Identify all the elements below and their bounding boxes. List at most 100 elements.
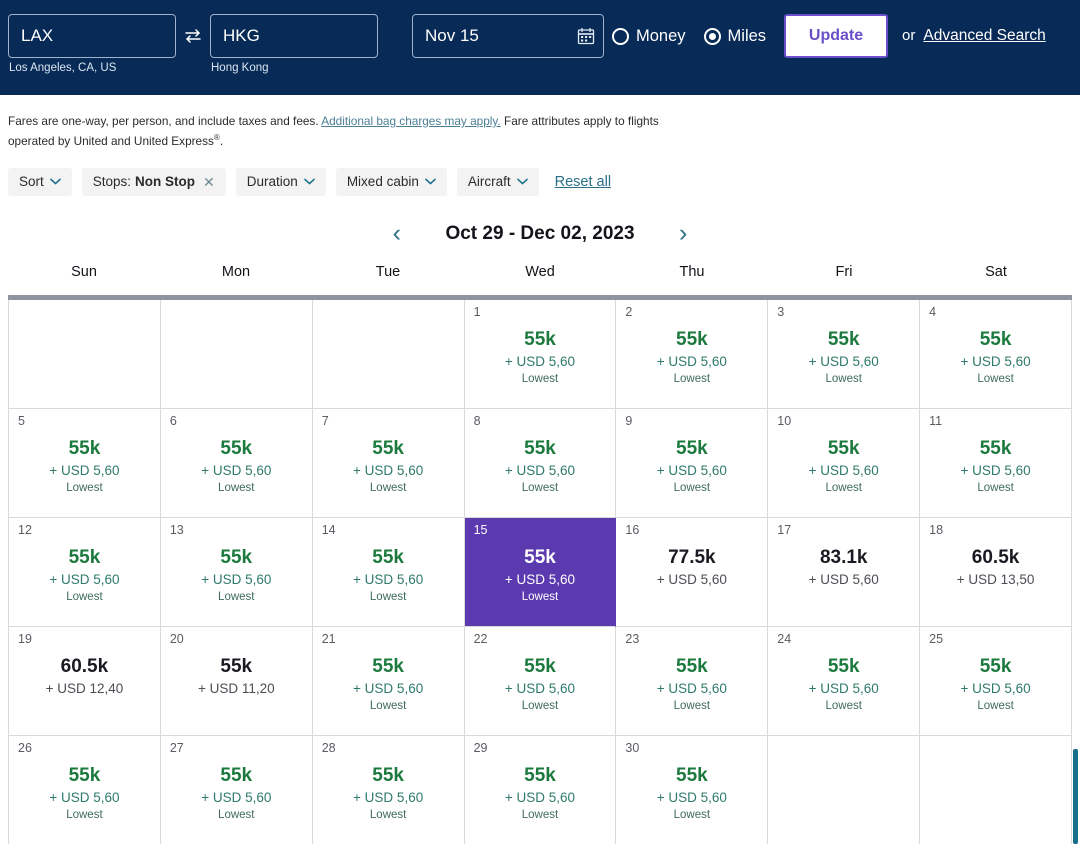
reset-all-link[interactable]: Reset all bbox=[555, 174, 611, 190]
depart-date-input[interactable] bbox=[412, 14, 604, 58]
day-number: 15 bbox=[473, 522, 488, 537]
advanced-search-link[interactable]: Advanced Search bbox=[923, 14, 1045, 58]
calendar-day-cell[interactable]: 20 55k + USD 11,20 bbox=[160, 626, 313, 736]
fare-miles: 55k bbox=[524, 655, 556, 677]
calendar-day-cell[interactable]: 18 60.5k + USD 13,50 bbox=[920, 517, 1072, 627]
close-icon[interactable]: ✕ bbox=[203, 175, 215, 189]
lowest-tag: Lowest bbox=[369, 700, 407, 713]
fare-miles: 60.5k bbox=[971, 546, 1020, 568]
calendar-day-cell[interactable]: 3 55k + USD 5,60 Lowest bbox=[768, 299, 921, 409]
weekday-tue: Tue bbox=[375, 263, 401, 280]
calendar-day-cell[interactable]: 22 55k + USD 5,60 Lowest bbox=[464, 626, 617, 736]
fare-block: 55k + USD 5,60 Lowest bbox=[321, 655, 456, 713]
chevron-down-icon bbox=[304, 178, 315, 185]
calendar-day-cell[interactable]: 25 55k + USD 5,60 Lowest bbox=[920, 626, 1072, 736]
radio-money-label: Money bbox=[636, 26, 686, 45]
day-number: 6 bbox=[169, 413, 177, 428]
fare-cash: + USD 5,60 bbox=[656, 354, 727, 370]
calendar-day-cell[interactable]: 28 55k + USD 5,60 Lowest bbox=[312, 735, 465, 844]
chevron-right-icon[interactable]: › bbox=[665, 221, 701, 246]
fare-block: 55k + USD 5,60 Lowest bbox=[321, 546, 456, 604]
update-button[interactable]: Update bbox=[784, 14, 889, 58]
radio-miles[interactable]: Miles bbox=[703, 26, 767, 46]
weekday-header-row: Sun Mon Tue Wed Thu Fri Sat bbox=[8, 264, 1072, 286]
fare-cash: + USD 5,60 bbox=[960, 463, 1031, 479]
filter-sort-label: Sort bbox=[19, 174, 44, 190]
fare-miles: 55k bbox=[68, 546, 101, 568]
bag-charges-link[interactable]: Additional bag charges may apply. bbox=[321, 114, 500, 128]
filter-mixed-cabin-label: Mixed cabin bbox=[346, 174, 419, 190]
calendar-day-cell[interactable]: 14 55k + USD 5,60 Lowest bbox=[312, 517, 465, 627]
day-number: 22 bbox=[473, 631, 488, 646]
filter-aircraft[interactable]: Aircraft bbox=[456, 167, 539, 196]
day-number: 5 bbox=[18, 413, 25, 428]
filter-stops[interactable]: Stops: Non Stop ✕ bbox=[81, 167, 226, 196]
calendar-day-cell[interactable]: 1 55k + USD 5,60 Lowest bbox=[464, 299, 617, 409]
calendar-day-cell[interactable]: 6 55k + USD 5,60 Lowest bbox=[160, 408, 313, 518]
calendar-day-cell[interactable]: 27 55k + USD 5,60 Lowest bbox=[160, 735, 313, 844]
fare-block: 55k + USD 5,60 Lowest bbox=[473, 328, 608, 386]
calendar-day-cell[interactable]: 15 55k + USD 5,60 Lowest bbox=[464, 517, 617, 627]
radio-money[interactable]: Money bbox=[612, 27, 686, 46]
day-number: 24 bbox=[777, 631, 792, 646]
calendar-day-cell[interactable]: 17 83.1k + USD 5,60 bbox=[768, 517, 921, 627]
weekday-wed: Wed bbox=[525, 263, 555, 280]
calendar-day-cell[interactable]: 2 55k + USD 5,60 Lowest bbox=[616, 299, 769, 409]
lowest-tag: Lowest bbox=[825, 700, 862, 713]
calendar-day-cell[interactable]: 19 60.5k + USD 12,40 bbox=[9, 626, 161, 736]
calendar-day-cell[interactable]: 4 55k + USD 5,60 Lowest bbox=[920, 299, 1072, 409]
fare-miles: 55k bbox=[676, 655, 708, 677]
calendar-day-cell[interactable]: 16 77.5k + USD 5,60 bbox=[616, 517, 769, 627]
weekday-thu: Thu bbox=[679, 263, 705, 280]
lowest-tag: Lowest bbox=[977, 700, 1014, 713]
swap-arrows-icon[interactable] bbox=[176, 14, 210, 58]
fare-block: 55k + USD 5,60 Lowest bbox=[169, 437, 304, 495]
calendar-day-cell[interactable]: 13 55k + USD 5,60 Lowest bbox=[160, 517, 313, 627]
calendar-day-cell[interactable]: 26 55k + USD 5,60 Lowest bbox=[9, 735, 161, 844]
fare-block: 55k + USD 5,60 Lowest bbox=[624, 655, 759, 713]
calendar-day-cell[interactable]: 30 55k + USD 5,60 Lowest bbox=[616, 735, 769, 844]
day-number: 11 bbox=[929, 413, 943, 428]
fare-cash: + USD 5,60 bbox=[656, 463, 727, 479]
calendar-day-cell[interactable]: 12 55k + USD 5,60 Lowest bbox=[9, 517, 161, 627]
fare-cash: + USD 5,60 bbox=[353, 790, 424, 806]
fare-miles: 55k bbox=[979, 328, 1012, 350]
fare-cash: + USD 5,60 bbox=[808, 354, 879, 370]
day-number: 28 bbox=[321, 740, 336, 755]
fare-miles: 55k bbox=[676, 437, 708, 459]
filter-mixed-cabin[interactable]: Mixed cabin bbox=[335, 167, 447, 196]
origin-city-label: Los Angeles, CA, US bbox=[9, 62, 117, 74]
weekday-mon: Mon bbox=[221, 263, 251, 280]
calendar-day-cell[interactable]: 11 55k + USD 5,60 Lowest bbox=[920, 408, 1072, 518]
weekday-sat: Sat bbox=[985, 263, 1007, 280]
fare-miles: 55k bbox=[220, 437, 253, 459]
destination-input[interactable] bbox=[210, 14, 378, 58]
fare-calendar: Sun Mon Tue Wed Thu Fri Sat 1 55k + USD 5,60 Lowe… bbox=[0, 264, 1080, 844]
day-number: 7 bbox=[321, 413, 329, 428]
filter-duration[interactable]: Duration bbox=[235, 167, 326, 196]
calendar-day-cell[interactable]: 7 55k + USD 5,60 Lowest bbox=[312, 408, 465, 518]
lowest-tag: Lowest bbox=[66, 809, 103, 822]
calendar-day-cell[interactable]: 21 55k + USD 5,60 Lowest bbox=[312, 626, 465, 736]
calendar-day-cell[interactable]: 23 55k + USD 5,60 Lowest bbox=[616, 626, 769, 736]
filter-sort[interactable]: Sort bbox=[8, 167, 72, 196]
origin-input[interactable] bbox=[8, 14, 176, 58]
chevron-left-icon[interactable]: ‹ bbox=[379, 221, 415, 246]
calendar-day-cell[interactable]: 10 55k + USD 5,60 Lowest bbox=[768, 408, 921, 518]
calendar-day-cell[interactable]: 5 55k + USD 5,60 Lowest bbox=[9, 408, 161, 518]
calendar-range-title: Oct 29 - Dec 02, 2023 bbox=[445, 222, 635, 244]
lowest-tag: Lowest bbox=[521, 482, 559, 495]
fare-block: 55k + USD 5,60 Lowest bbox=[473, 655, 608, 713]
fare-block: 55k + USD 5,60 Lowest bbox=[776, 655, 911, 713]
calendar-day-cell[interactable]: 29 55k + USD 5,60 Lowest bbox=[464, 735, 617, 844]
lowest-tag: Lowest bbox=[673, 700, 711, 713]
calendar-day-cell[interactable]: 8 55k + USD 5,60 Lowest bbox=[464, 408, 617, 518]
vertical-scrollbar-thumb[interactable] bbox=[1073, 748, 1078, 844]
day-number: 25 bbox=[929, 631, 944, 646]
calendar-day-cell[interactable]: 9 55k + USD 5,60 Lowest bbox=[616, 408, 769, 518]
day-number: 19 bbox=[18, 631, 32, 646]
fare-block: 55k + USD 5,60 Lowest bbox=[928, 437, 1063, 495]
origin-field-group: Los Angeles, CA, US bbox=[8, 14, 176, 74]
radio-miles-label: Miles bbox=[727, 26, 767, 45]
calendar-day-cell[interactable]: 24 55k + USD 5,60 Lowest bbox=[768, 626, 921, 736]
